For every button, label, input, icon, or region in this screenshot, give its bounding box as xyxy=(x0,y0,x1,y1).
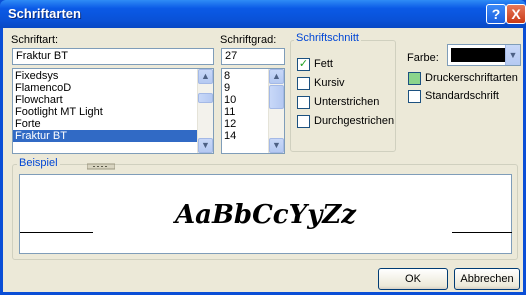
close-button[interactable]: X xyxy=(506,4,526,24)
color-dropdown[interactable]: ▼ xyxy=(447,44,521,66)
font-dialog: Schriftarten ? X Schriftart: Fraktur BT … xyxy=(0,0,526,295)
font-list-scrollbar[interactable]: ▲ ▼ xyxy=(197,69,213,153)
style-fett-label: Fett xyxy=(314,58,333,70)
font-label: Schriftart: xyxy=(11,34,59,46)
title-bar[interactable]: Schriftarten ? X xyxy=(0,0,526,28)
preview-area: AaBbCcYyZz xyxy=(19,174,512,254)
size-label: Schriftgrad: xyxy=(220,34,277,46)
scroll-thumb[interactable] xyxy=(269,85,284,109)
style-unterstrichen-label: Unterstrichen xyxy=(314,96,380,108)
color-label: Farbe: xyxy=(407,52,439,64)
printer-fonts-checkbox[interactable] xyxy=(408,72,421,85)
style-unterstrichen-checkbox[interactable] xyxy=(297,96,310,109)
scroll-up-arrow-icon[interactable]: ▲ xyxy=(269,69,284,84)
style-fett-checkbox[interactable]: ✓ xyxy=(297,58,310,71)
default-font-label: Standardschrift xyxy=(425,90,499,102)
style-kursiv-checkbox[interactable] xyxy=(297,77,310,90)
dialog-title: Schriftarten xyxy=(8,6,81,21)
font-size-list[interactable]: 8 9 10 11 12 14 ▲ ▼ xyxy=(221,68,285,154)
baseline-right xyxy=(452,232,512,233)
font-list-item[interactable]: Flowchart xyxy=(13,94,213,106)
default-font-checkbox[interactable] xyxy=(408,90,421,103)
style-durchgestrichen-checkbox[interactable] xyxy=(297,115,310,128)
baseline-left xyxy=(20,232,93,233)
font-list-item[interactable]: Fixedsys xyxy=(13,70,213,82)
sample-text: AaBbCcYyZz xyxy=(174,200,357,230)
checkmark-icon: ✓ xyxy=(298,58,309,70)
font-list[interactable]: Fixedsys FlamencoD Flowchart Footlight MT L… xyxy=(12,68,214,154)
font-list-item[interactable]: Forte xyxy=(13,118,213,130)
resize-grip-icon[interactable] xyxy=(86,161,116,170)
chevron-down-icon[interactable]: ▼ xyxy=(505,45,520,65)
preview-group-title: Beispiel xyxy=(17,157,60,169)
color-swatch xyxy=(451,48,505,62)
font-name-input[interactable]: Fraktur BT xyxy=(12,48,214,65)
scroll-down-arrow-icon[interactable]: ▼ xyxy=(269,138,284,153)
font-list-item[interactable]: Fraktur BT xyxy=(13,130,213,142)
font-size-input[interactable]: 27 xyxy=(221,48,285,65)
dialog-body: Schriftart: Fraktur BT Fixedsys FlamencoD… xyxy=(3,28,523,292)
ok-button[interactable]: OK xyxy=(378,268,448,290)
scroll-up-arrow-icon[interactable]: ▲ xyxy=(198,69,213,84)
style-kursiv-label: Kursiv xyxy=(314,77,345,89)
help-button[interactable]: ? xyxy=(486,4,506,24)
scroll-thumb[interactable] xyxy=(198,93,213,103)
font-list-item[interactable]: FlamencoD xyxy=(13,82,213,94)
size-list-scrollbar[interactable]: ▲ ▼ xyxy=(268,69,284,153)
cancel-button[interactable]: Abbrechen xyxy=(454,268,520,290)
printer-fonts-label: Druckerschriftarten xyxy=(425,72,518,84)
scroll-down-arrow-icon[interactable]: ▼ xyxy=(198,138,213,153)
font-list-item[interactable]: Footlight MT Light xyxy=(13,106,213,118)
style-durchgestrichen-label: Durchgestrichen xyxy=(314,115,395,127)
font-style-group-title: Schriftschnitt xyxy=(294,32,361,44)
